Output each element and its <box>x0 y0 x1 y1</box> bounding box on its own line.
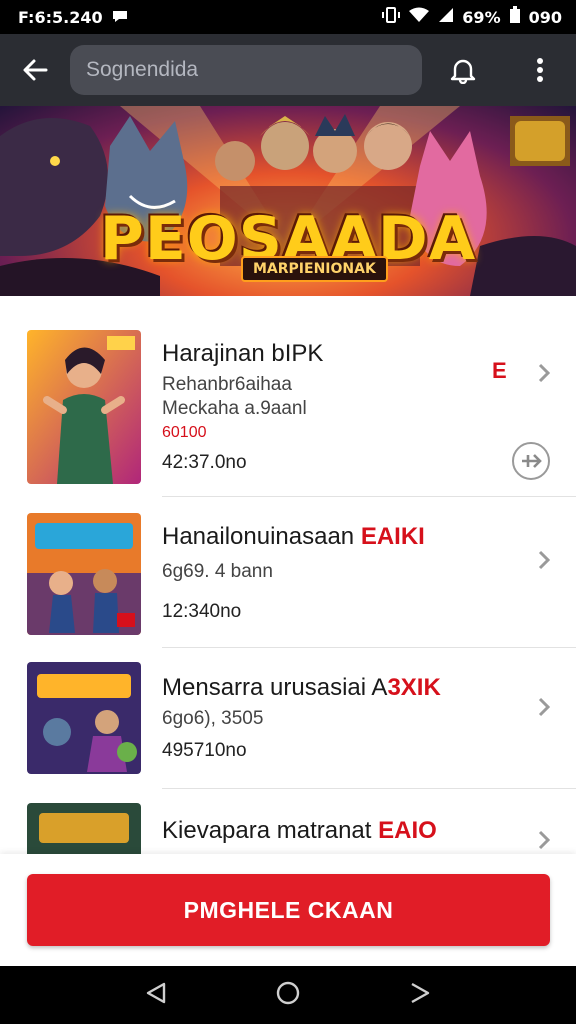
arrow-left-icon <box>23 59 48 81</box>
signal-icon <box>438 7 454 27</box>
bottom-action-area: PMGHELE CKAAN <box>0 854 576 966</box>
notifications-button[interactable] <box>422 34 504 106</box>
download-button[interactable] <box>512 442 550 480</box>
app-subtitle: 6go6), 3505 <box>162 708 264 729</box>
app-bar <box>0 34 576 106</box>
more-options-button[interactable] <box>504 34 576 106</box>
app-size: 495710no <box>162 740 247 761</box>
app-title: Hanailonuinasaan EAIKI <box>162 523 425 550</box>
more-vert-icon <box>537 58 543 82</box>
signal-text: 69% <box>462 7 501 27</box>
app-thumbnail <box>27 330 141 484</box>
list-item[interactable]: Hanailonuinasaan EAIKI 6g69. 4 bann 12:3… <box>0 497 576 647</box>
status-bar: F:6:5.240 69% 090 <box>0 0 576 34</box>
nav-back-button[interactable] <box>144 981 168 1010</box>
nav-recents-button[interactable] <box>408 981 432 1010</box>
app-size: 12:340no <box>162 601 242 622</box>
bell-icon <box>450 59 476 84</box>
item-badge: E <box>492 358 507 383</box>
chevron-right-icon[interactable] <box>534 360 554 386</box>
primary-action-button[interactable]: PMGHELE CKAAN <box>27 874 550 946</box>
list-item[interactable]: Harajinan bIPK Rehanbr6aihaa Meckaha a.9… <box>0 296 576 496</box>
wifi-icon <box>408 7 430 27</box>
app-subtitle: Rehanbr6aihaa <box>162 374 292 395</box>
chevron-right-icon[interactable] <box>534 547 554 573</box>
app-title: Kievapara matranat EAIO <box>162 817 437 844</box>
circle-home-icon <box>276 981 300 1004</box>
search-field[interactable] <box>70 45 422 95</box>
battery-icon <box>509 6 521 28</box>
banner-subtitle: MARPIENIONAK <box>241 256 388 282</box>
app-thumbnail <box>27 803 141 854</box>
list-item[interactable]: Kievapara matranat EAIO <box>0 789 576 854</box>
system-nav-bar <box>0 966 576 1024</box>
search-input[interactable] <box>86 58 406 82</box>
app-thumbnail <box>27 662 141 774</box>
app-size: 42:37.0no <box>162 452 247 473</box>
app-thumbnail <box>27 513 141 635</box>
nav-home-button[interactable] <box>275 980 301 1011</box>
app-title: Mensarra urusasiai A3XIK <box>162 674 441 701</box>
download-icon <box>522 454 542 468</box>
triangle-back-icon <box>146 982 165 1003</box>
square-recents-icon <box>411 982 430 1003</box>
app-price-tag: 60100 <box>162 424 207 441</box>
app-title: Harajinan bIPK <box>162 340 324 367</box>
list-item[interactable]: Mensarra urusasiai A3XIK 6go6), 3505 495… <box>0 648 576 788</box>
app-developer: Meckaha a.9aanl <box>162 398 307 419</box>
chevron-right-icon[interactable] <box>534 694 554 720</box>
banner-subtitle-badge: MARPIENIONAK <box>241 256 388 282</box>
app-subtitle: 6g69. 4 bann <box>162 561 273 582</box>
app-list: Harajinan bIPK Rehanbr6aihaa Meckaha a.9… <box>0 296 576 854</box>
vibrate-icon <box>382 7 401 27</box>
status-time: F:6:5.240 <box>18 7 103 27</box>
chevron-right-icon[interactable] <box>534 827 554 853</box>
back-button[interactable] <box>0 34 70 106</box>
notification-icon <box>111 8 129 27</box>
battery-text: 090 <box>528 7 562 27</box>
